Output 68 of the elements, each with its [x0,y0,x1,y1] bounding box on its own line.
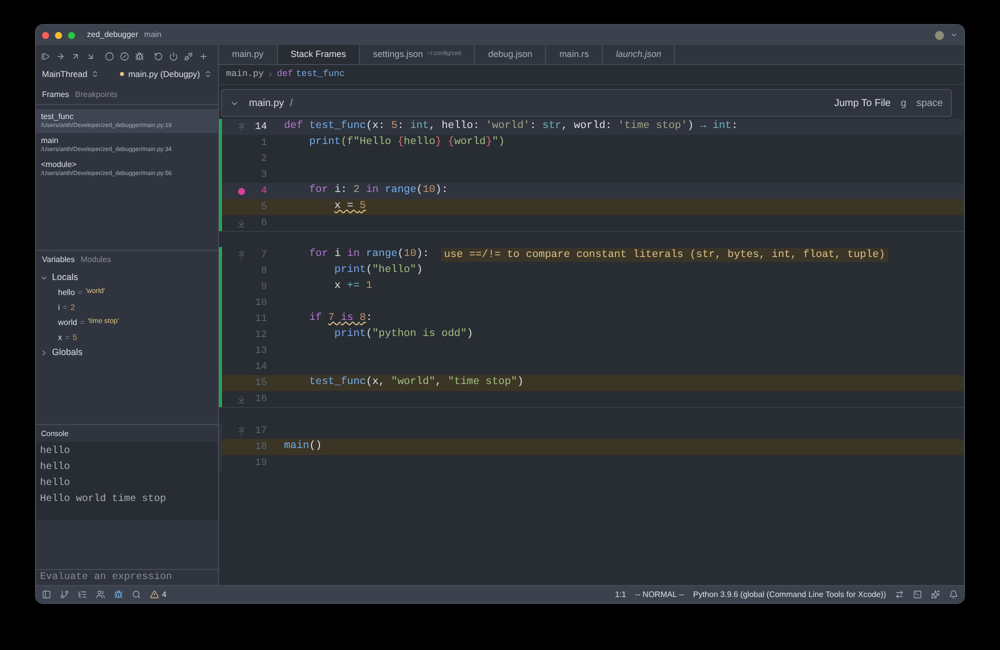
editor-tab[interactable]: launch.json [602,45,676,64]
code-text: x = 5 [333,199,366,214]
code-text: print(f"Hello {hello} {world}") [308,135,505,150]
code-text: print("hello") [333,263,423,278]
line-number: 18 [254,440,267,454]
panel-tab[interactable]: Variables [42,254,75,266]
code-text: if 7 is 8: [308,311,372,326]
line-number: 7 [260,248,267,262]
line-number: 17 [254,424,267,438]
excerpt-header: main.py / Jump To File g space [221,89,952,117]
variable-row[interactable]: i = 2 [40,300,214,315]
line-number: 13 [254,344,267,358]
equals-sign: = [65,332,70,344]
line-number: 10 [254,296,267,310]
equals-sign: = [78,286,83,298]
key-hint: g [900,96,906,110]
editor-tab[interactable]: main.rs [546,45,603,64]
equals-sign: = [80,316,85,328]
equals-sign: = [62,302,68,314]
code-text: x += 1 [333,279,372,294]
line-number: 16 [254,392,267,406]
variable-value: 5 [72,332,78,344]
code-text: for i: 2 in range(10): [308,183,448,198]
variable-row[interactable]: x = 5 [40,330,214,345]
thread-select[interactable]: MainThread [42,68,100,80]
editor-tab[interactable]: Stack Frames [278,45,360,64]
editor-tab[interactable]: debug.json [475,45,546,64]
code-text: for i in range(10): [308,247,429,262]
line-number: 6 [260,216,267,230]
project-name[interactable]: zed_debugger [87,29,138,41]
variable-name: hello [58,286,75,298]
panel-tab[interactable]: Breakpoints [75,88,118,100]
variable-value: 2 [70,302,75,314]
warnings-indicator[interactable]: 4 [150,588,166,600]
line-number: 8 [260,264,267,278]
line-number: 11 [254,312,267,326]
line-number: 14 [254,120,267,134]
branch-name[interactable]: main [144,29,162,41]
jump-to-file-button[interactable]: Jump To File [834,96,891,110]
line-number: 14 [254,360,267,374]
code-text: test_func(x, "world", "time stop") [308,375,524,390]
variable-name: x [58,332,62,344]
vim-mode: -- NORMAL -- [635,588,684,600]
line-number: 1 [260,136,267,150]
line-number: 2 [260,152,267,166]
line-number: 3 [260,168,267,182]
line-number: 15 [254,376,267,390]
panel-tab[interactable]: Frames [42,88,70,100]
diagnostic-message: use ==/!= to compare constant literals (str, bytes, int, float, tuple) [441,248,888,262]
line-number: 12 [254,328,267,342]
code-text: print("python is odd") [333,327,474,342]
line-number: 19 [254,456,267,470]
variable-name: i [58,302,60,314]
code-text: main() [284,439,322,454]
toolchain-selector[interactable]: Python 3.9.6 (global (Command Line Tools for Xcode)) [693,588,886,600]
line-number: 5 [260,200,267,214]
breadcrumb[interactable]: main.py def test_func [219,65,964,85]
variable-name: world [58,316,78,328]
code-text: def test_func(x: 5: int, hello: 'world': str, world: 'time stop') → int: [284,119,738,134]
line-number: 4 [260,184,267,198]
key-hint: space [916,96,943,110]
console-output: hello hello hello Hello world time stop [36,442,218,520]
cursor-position[interactable]: 1:1 [615,588,626,600]
session-select[interactable]: main.py (Debugpy) [120,68,212,80]
panel-tab[interactable]: Modules [80,254,112,266]
scope-row[interactable]: Locals [40,270,214,285]
scope-row[interactable]: Globals [40,345,214,360]
line-number: 9 [260,280,267,294]
